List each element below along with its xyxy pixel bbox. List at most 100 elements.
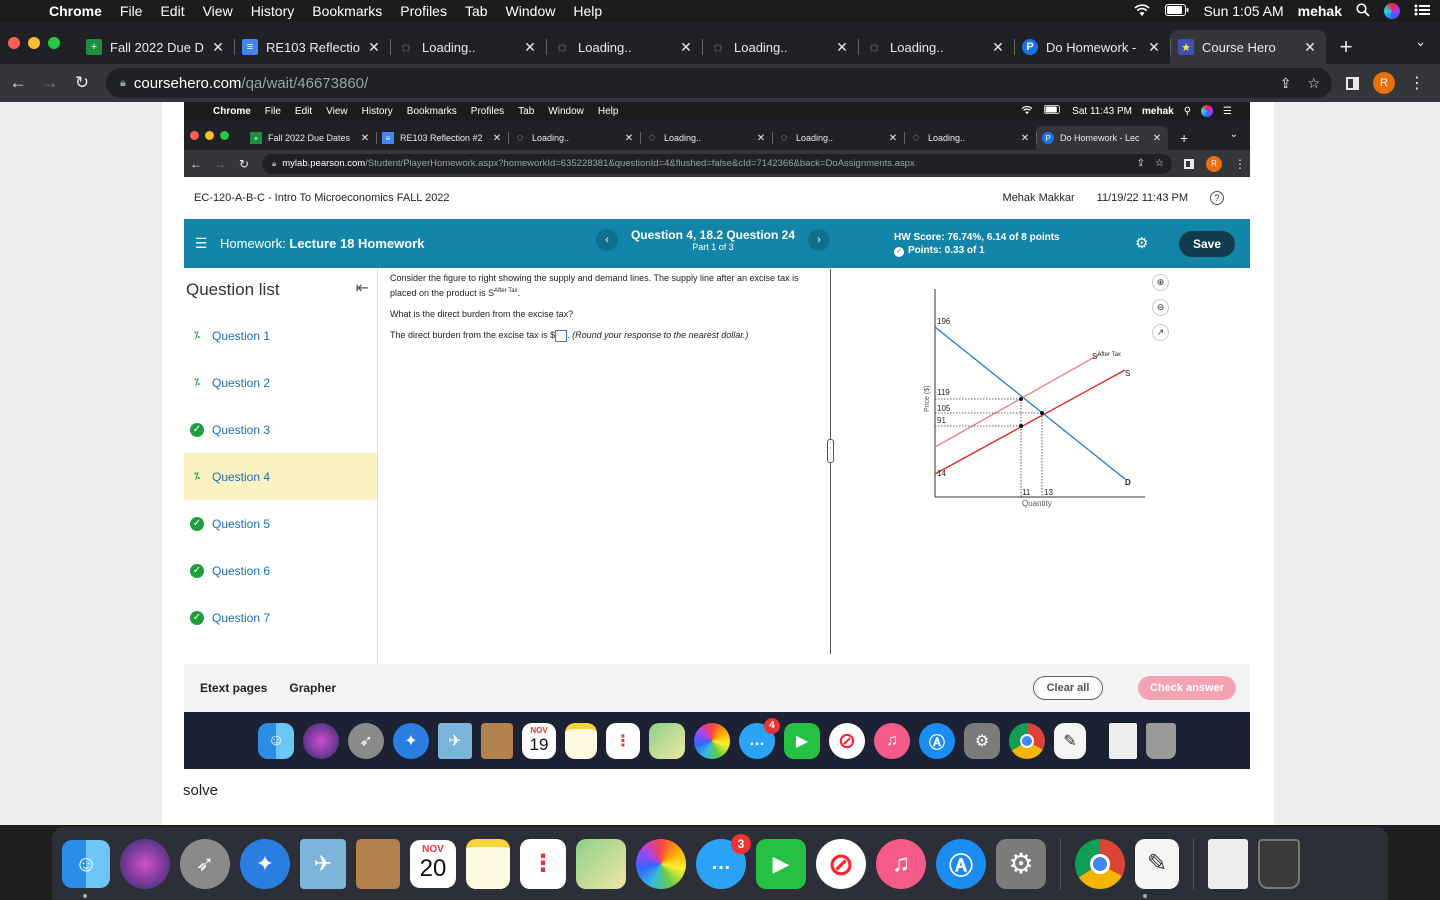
chrome-center-icon bbox=[1090, 853, 1110, 874]
resize-handle: · · · bbox=[827, 439, 834, 463]
menu-edit[interactable]: Edit bbox=[151, 3, 193, 19]
preview-icon[interactable]: ✈ bbox=[300, 838, 346, 889]
tab-course-hero[interactable]: ★ Course Hero ✕ bbox=[1170, 30, 1326, 64]
y-tick-14: 14 bbox=[937, 469, 946, 478]
clock-text[interactable]: Sun 1:05 AM bbox=[1203, 3, 1283, 19]
supply-label: S bbox=[1125, 369, 1130, 378]
menu-tab[interactable]: Tab bbox=[456, 3, 497, 19]
check-circle-icon: ✓ bbox=[190, 422, 204, 437]
inner-menu-item: Window bbox=[548, 105, 584, 117]
kebab-menu-icon[interactable]: ⋮ bbox=[1409, 73, 1425, 93]
maps-icon[interactable] bbox=[576, 838, 626, 889]
reload-icon[interactable]: ↻ bbox=[66, 73, 98, 93]
running-indicator bbox=[1143, 894, 1147, 898]
notes-icon[interactable] bbox=[466, 838, 510, 889]
minimize-window-button[interactable] bbox=[28, 37, 40, 49]
safari-icon[interactable]: ✦ bbox=[240, 838, 290, 889]
clear-all-button: Clear all bbox=[1033, 676, 1103, 700]
close-icon: ✕ bbox=[888, 132, 898, 144]
inner-clock-text: Sat 11:43 PM bbox=[1072, 105, 1133, 117]
new-tab-icon: + bbox=[1180, 130, 1189, 146]
music-icon: ♫ bbox=[874, 722, 910, 759]
app-store-icon[interactable]: Ⓐ bbox=[936, 838, 986, 889]
sheets-icon: + bbox=[86, 39, 102, 55]
point-equilibrium bbox=[1040, 411, 1044, 415]
close-icon[interactable]: ✕ bbox=[1146, 39, 1162, 56]
x-tick-11: 11 bbox=[1022, 488, 1031, 497]
docs-icon: ≡ bbox=[382, 132, 394, 144]
bookmark-star-icon[interactable]: ☆ bbox=[1307, 75, 1320, 92]
close-icon[interactable]: ✕ bbox=[990, 39, 1006, 56]
side-panel-icon[interactable] bbox=[1346, 76, 1359, 90]
tab-do-homework[interactable]: P Do Homework - ✕ bbox=[1014, 30, 1170, 64]
demand-line bbox=[934, 326, 1126, 480]
menu-file[interactable]: File bbox=[111, 3, 152, 19]
tab-loading-2[interactable]: ◌ Loading.. ✕ bbox=[546, 30, 702, 64]
close-icon: ✕ bbox=[492, 132, 502, 144]
maps-icon bbox=[649, 722, 685, 759]
close-icon[interactable]: ✕ bbox=[678, 39, 694, 56]
close-icon[interactable]: ✕ bbox=[522, 39, 538, 56]
calendar-icon[interactable]: NOV 20 bbox=[410, 839, 456, 888]
facetime-icon[interactable]: ▶ bbox=[756, 838, 806, 889]
share-icon: ⇪ bbox=[1136, 158, 1146, 169]
music-icon[interactable]: ♫ bbox=[876, 838, 926, 889]
chrome-icon[interactable] bbox=[1075, 838, 1125, 889]
menu-window[interactable]: Window bbox=[497, 3, 565, 19]
reminders-icon[interactable]: ⋮ bbox=[520, 838, 566, 889]
menu-help[interactable]: Help bbox=[564, 3, 611, 19]
forward-arrow-icon[interactable]: → bbox=[34, 73, 66, 93]
spotlight-search-icon[interactable] bbox=[1356, 2, 1370, 20]
point-tax-equilibrium bbox=[1019, 397, 1023, 401]
close-window-button[interactable] bbox=[8, 37, 20, 49]
back-arrow-icon[interactable]: ← bbox=[2, 73, 34, 93]
profile-avatar[interactable]: R bbox=[1373, 72, 1395, 94]
control-center-icon[interactable] bbox=[1414, 3, 1430, 19]
textedit-icon[interactable]: ✎ bbox=[1135, 838, 1179, 889]
graph-tools: ⊕ ⊖ ↗ bbox=[1152, 274, 1169, 341]
battery-icon[interactable] bbox=[1165, 3, 1189, 19]
course-datetime: 11/19/22 11:43 PM bbox=[1096, 192, 1188, 204]
messages-icon[interactable]: … 3 bbox=[696, 833, 751, 889]
tab-loading-1[interactable]: ◌ Loading.. ✕ bbox=[390, 30, 546, 64]
partial-credit-icon: ⁒ bbox=[194, 330, 200, 341]
tab-search-chevron-icon[interactable]: ⌄ bbox=[1415, 34, 1426, 50]
close-icon[interactable]: ✕ bbox=[834, 39, 850, 56]
siri-icon[interactable] bbox=[120, 838, 170, 889]
system-preferences-icon[interactable]: ⚙ bbox=[996, 838, 1046, 889]
siri-icon[interactable] bbox=[1384, 3, 1400, 19]
contacts-icon[interactable] bbox=[356, 838, 400, 889]
menu-app[interactable]: Chrome bbox=[40, 3, 111, 19]
launchpad-icon[interactable]: ➶ bbox=[180, 838, 230, 889]
globe-icon: ◌ bbox=[713, 39, 723, 55]
wifi-icon[interactable] bbox=[1133, 3, 1151, 20]
share-icon[interactable]: ⇪ bbox=[1280, 75, 1292, 92]
menu-view[interactable]: View bbox=[194, 3, 242, 19]
tab-loading-3[interactable]: ◌ Loading.. ✕ bbox=[702, 30, 858, 64]
inner-tab: + Fall 2022 Due Dates ✕ bbox=[244, 126, 376, 150]
address-bar[interactable]: 🔒︎ coursehero.com/qa/wait/46673860/ ⇪ ☆ bbox=[106, 68, 1332, 98]
news-icon[interactable]: ⊘ bbox=[816, 838, 866, 889]
photos-icon[interactable] bbox=[636, 838, 686, 889]
tab-loading-4[interactable]: ◌ Loading.. ✕ bbox=[858, 30, 1014, 64]
lock-icon[interactable]: 🔒︎ bbox=[120, 77, 126, 90]
trash-icon[interactable] bbox=[1258, 838, 1300, 889]
external-link-icon: ↗ bbox=[1152, 324, 1169, 341]
tab-fall-2022[interactable]: + Fall 2022 Due D ✕ bbox=[78, 30, 234, 64]
new-tab-button[interactable]: + bbox=[1326, 30, 1366, 64]
gear-icon: ⚙ bbox=[1135, 235, 1149, 252]
tab-re103[interactable]: ≡ RE103 Reflectio ✕ bbox=[234, 30, 390, 64]
zoom-window-button[interactable] bbox=[48, 37, 60, 49]
question-list-item-3: ✓ Question 3 bbox=[184, 406, 377, 453]
user-name[interactable]: mehak bbox=[1298, 3, 1342, 19]
menu-history[interactable]: History bbox=[242, 3, 304, 19]
document-icon[interactable] bbox=[1208, 838, 1248, 889]
close-icon[interactable]: ✕ bbox=[366, 39, 382, 56]
menu-bookmarks[interactable]: Bookmarks bbox=[303, 3, 391, 19]
close-icon[interactable]: ✕ bbox=[210, 39, 226, 56]
menu-profiles[interactable]: Profiles bbox=[391, 3, 456, 19]
wifi-icon bbox=[1020, 105, 1034, 118]
check-circle-icon: ✓ bbox=[190, 516, 204, 531]
finder-icon[interactable]: ☺ bbox=[62, 839, 110, 888]
close-icon[interactable]: ✕ bbox=[1302, 39, 1318, 56]
